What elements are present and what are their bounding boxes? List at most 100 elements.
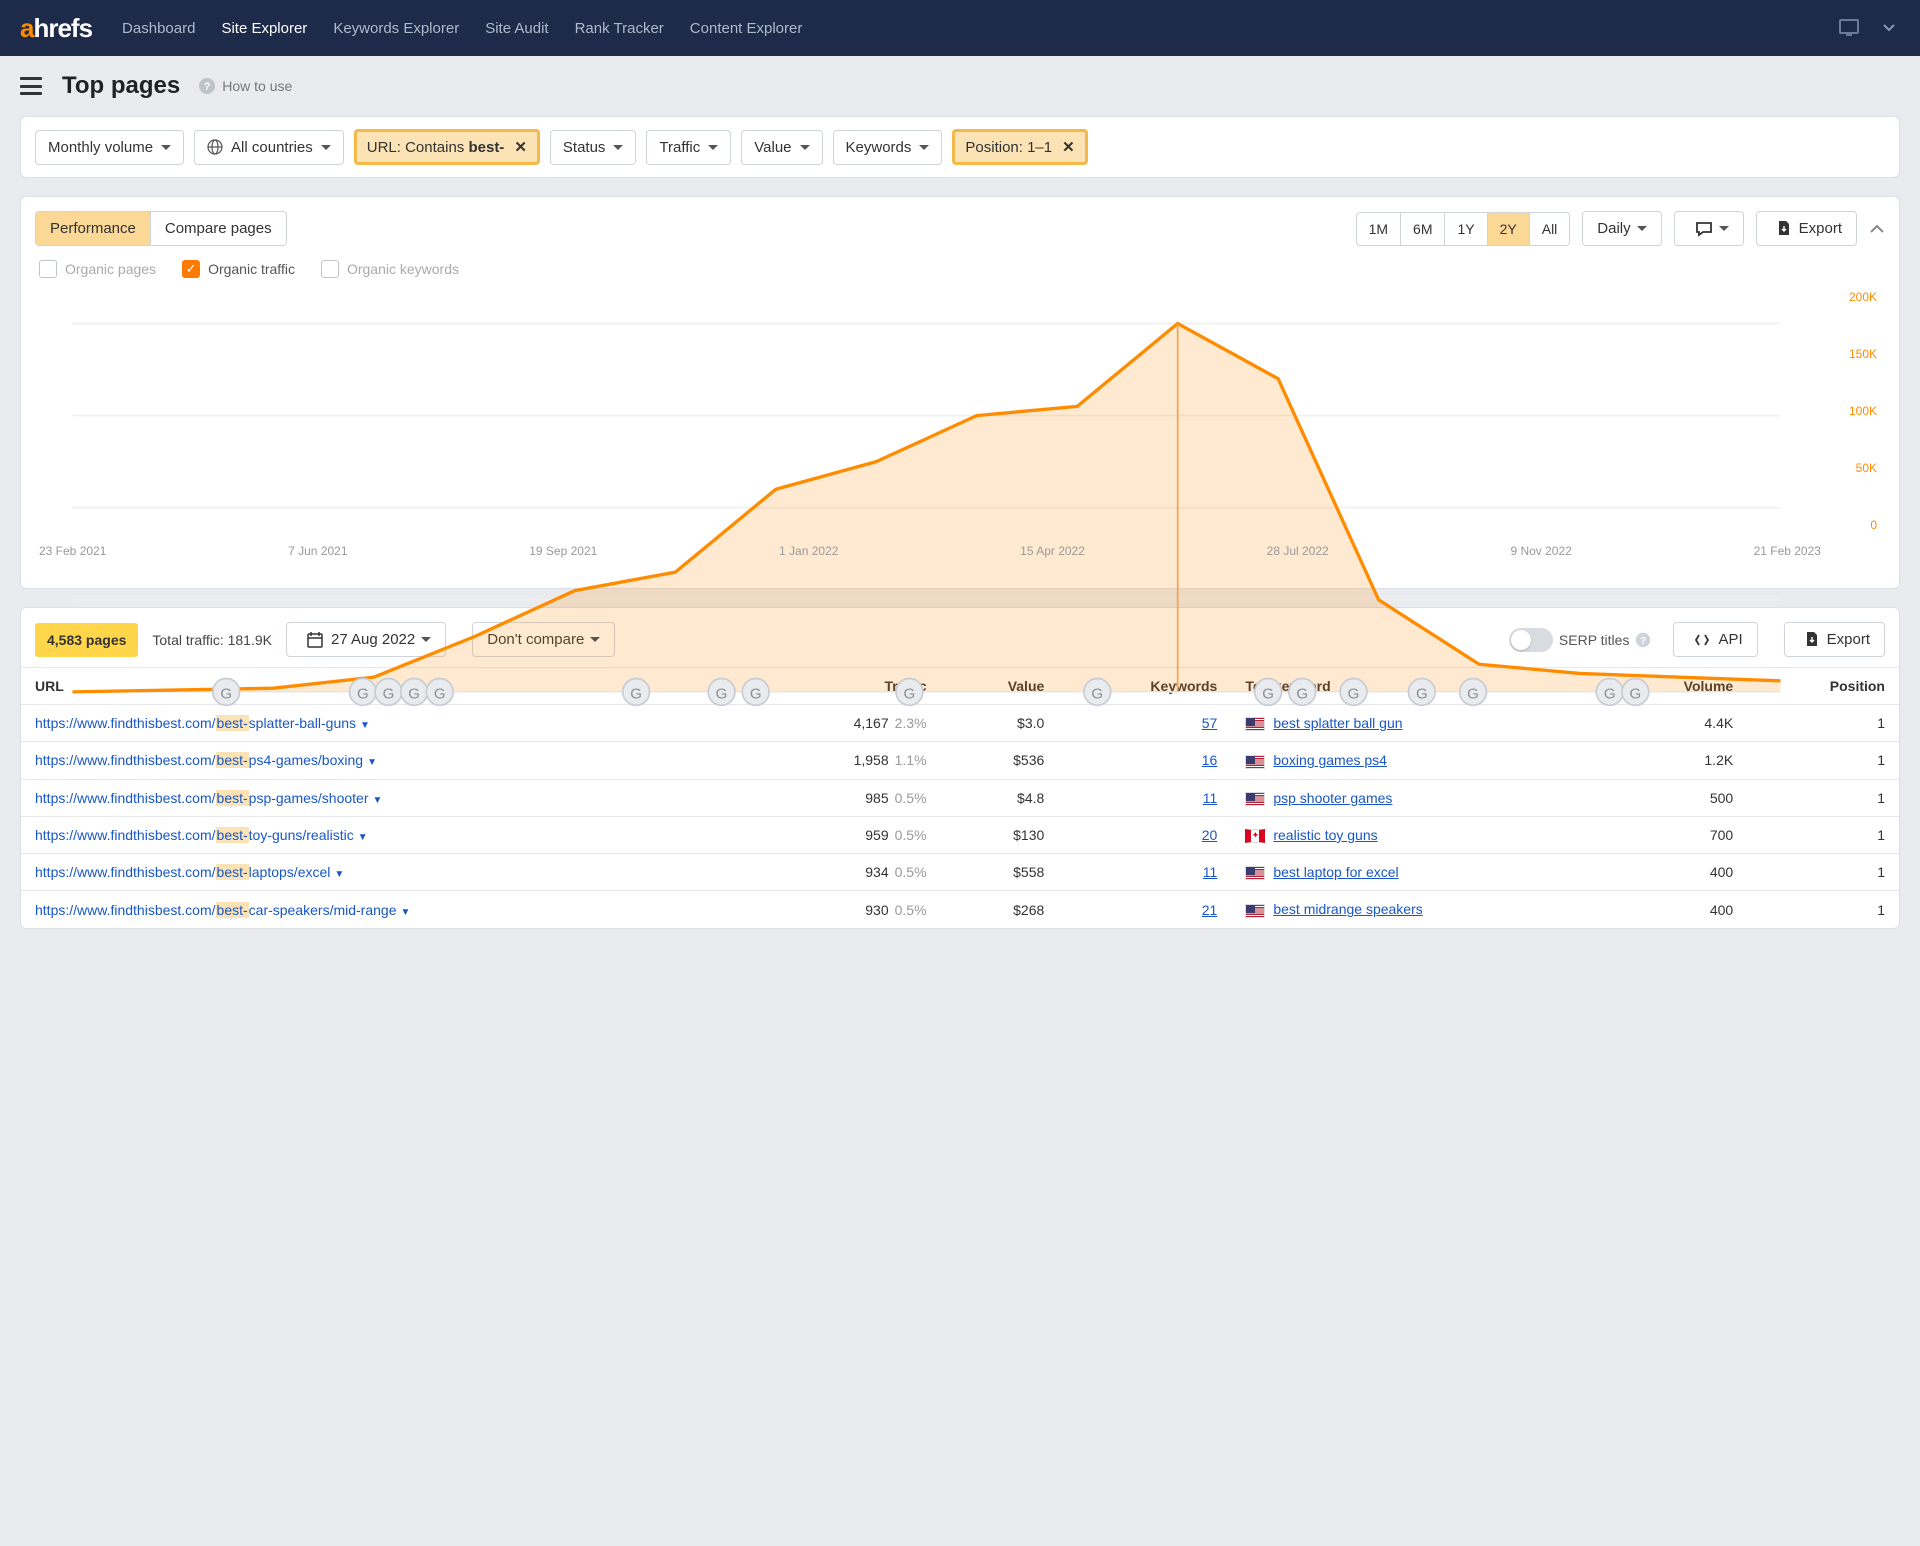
caret-icon — [1637, 220, 1647, 237]
cell-traffic: 9340.5% — [756, 854, 940, 891]
cell-value: $130 — [941, 816, 1059, 853]
url-link[interactable]: https://www.findthisbest.com/best-toy-gu… — [35, 827, 354, 843]
range-1m[interactable]: 1M — [1357, 213, 1401, 245]
x-tick: 28 Jul 2022 — [1267, 544, 1329, 570]
caret-icon[interactable]: ▼ — [401, 907, 411, 918]
range-6m[interactable]: 6M — [1401, 213, 1445, 245]
filter-value[interactable]: Value — [741, 130, 822, 165]
page-title: Top pages — [62, 72, 180, 100]
caret-icon[interactable]: ▼ — [334, 869, 344, 880]
export-chart-button[interactable]: Export — [1756, 211, 1857, 246]
logo-a: a — [20, 13, 33, 43]
flag-icon — [1245, 829, 1265, 843]
cell-url: https://www.findthisbest.com/best-ps4-ga… — [21, 742, 756, 779]
cell-volume: 700 — [1606, 816, 1747, 853]
table-row: https://www.findthisbest.com/best-ps4-ga… — [21, 742, 1899, 779]
keywords-link[interactable]: 11 — [1203, 864, 1218, 880]
caret-icon[interactable]: ▼ — [367, 757, 377, 768]
tab-compare-pages[interactable]: Compare pages — [151, 212, 286, 245]
x-tick: 1 Jan 2022 — [779, 544, 838, 570]
cell-keywords: 11 — [1058, 854, 1231, 891]
top-keyword-link[interactable]: best laptop for excel — [1273, 864, 1398, 880]
cell-traffic: 1,9581.1% — [756, 742, 940, 779]
cell-top-keyword: best laptop for excel — [1231, 854, 1606, 891]
switch-icon[interactable] — [1509, 628, 1553, 652]
filter-countries[interactable]: All countries — [194, 130, 344, 165]
y-tick: 200K — [1849, 290, 1877, 304]
keywords-link[interactable]: 11 — [1203, 790, 1218, 806]
svg-text:G: G — [1629, 686, 1641, 703]
granularity-dropdown[interactable]: Daily — [1582, 211, 1661, 246]
flag-icon — [1245, 904, 1265, 918]
top-keyword-link[interactable]: boxing games ps4 — [1273, 752, 1387, 768]
filter-status[interactable]: Status — [550, 130, 637, 165]
filter-position[interactable]: Position: 1–1✕ — [952, 129, 1087, 165]
keywords-link[interactable]: 16 — [1202, 752, 1218, 768]
svg-text:G: G — [220, 686, 232, 703]
svg-text:G: G — [383, 686, 395, 703]
close-icon[interactable]: ✕ — [1062, 138, 1075, 156]
logo[interactable]: ahrefs — [20, 13, 92, 44]
nav-site-audit[interactable]: Site Audit — [485, 20, 548, 37]
x-tick: 21 Feb 2023 — [1754, 544, 1821, 570]
how-to-use-link[interactable]: ? How to use — [198, 77, 292, 95]
top-keyword-link[interactable]: best midrange speakers — [1273, 901, 1422, 917]
legend-organic-traffic[interactable]: Organic traffic — [182, 260, 295, 278]
monitor-icon[interactable] — [1838, 17, 1860, 39]
legend-organic-pages[interactable]: Organic pages — [39, 260, 156, 278]
keywords-link[interactable]: 20 — [1202, 827, 1218, 843]
nav-keywords-explorer[interactable]: Keywords Explorer — [333, 20, 459, 37]
svg-text:?: ? — [204, 81, 211, 93]
cell-volume: 400 — [1606, 891, 1747, 928]
caret-icon[interactable]: ▼ — [358, 832, 368, 843]
cell-value: $536 — [941, 742, 1059, 779]
filter-traffic[interactable]: Traffic — [646, 130, 731, 165]
cell-keywords: 16 — [1058, 742, 1231, 779]
caret-icon[interactable]: ▼ — [373, 795, 383, 806]
collapse-icon[interactable] — [1869, 221, 1885, 237]
top-keyword-link[interactable]: psp shooter games — [1273, 790, 1392, 806]
range-2y[interactable]: 2Y — [1488, 213, 1530, 245]
x-tick: 23 Feb 2021 — [39, 544, 106, 570]
svg-text:G: G — [434, 686, 446, 703]
cell-keywords: 11 — [1058, 779, 1231, 816]
cell-position: 1 — [1747, 891, 1899, 928]
range-1y[interactable]: 1Y — [1445, 213, 1487, 245]
nav-rank-tracker[interactable]: Rank Tracker — [575, 20, 664, 37]
y-tick: 0 — [1870, 518, 1877, 532]
close-icon[interactable]: ✕ — [514, 138, 527, 156]
cell-url: https://www.findthisbest.com/best-psp-ga… — [21, 779, 756, 816]
caret-icon — [161, 139, 171, 156]
url-link[interactable]: https://www.findthisbest.com/best-psp-ga… — [35, 790, 369, 806]
nav-dashboard[interactable]: Dashboard — [122, 20, 195, 37]
nav-site-explorer[interactable]: Site Explorer — [221, 20, 307, 37]
filters-panel: Monthly volume All countries URL: Contai… — [20, 116, 1900, 178]
url-link[interactable]: https://www.findthisbest.com/best-car-sp… — [35, 902, 397, 918]
svg-text:G: G — [1348, 686, 1360, 703]
caret-icon — [613, 139, 623, 156]
hamburger-icon[interactable] — [20, 77, 42, 95]
cell-position: 1 — [1747, 742, 1899, 779]
legend-organic-keywords[interactable]: Organic keywords — [321, 260, 459, 278]
user-menu-caret[interactable] — [1878, 17, 1900, 39]
checkbox-icon — [39, 260, 57, 278]
filter-url-contains[interactable]: URL: Contains best-✕ — [354, 129, 540, 165]
svg-text:G: G — [1416, 686, 1428, 703]
logo-rest: hrefs — [33, 13, 92, 43]
url-link[interactable]: https://www.findthisbest.com/best-laptop… — [35, 864, 330, 880]
cell-url: https://www.findthisbest.com/best-car-sp… — [21, 891, 756, 928]
nav-content-explorer[interactable]: Content Explorer — [690, 20, 803, 37]
caret-icon — [708, 139, 718, 156]
chart-settings-button[interactable] — [1674, 211, 1744, 246]
svg-text:G: G — [1467, 686, 1479, 703]
svg-text:G: G — [1296, 686, 1308, 703]
flag-icon — [1245, 792, 1265, 806]
tab-performance[interactable]: Performance — [36, 212, 151, 245]
range-all[interactable]: All — [1530, 213, 1570, 245]
filter-keywords[interactable]: Keywords — [833, 130, 943, 165]
keywords-link[interactable]: 21 — [1202, 902, 1218, 918]
cell-keywords: 20 — [1058, 816, 1231, 853]
filter-monthly-volume[interactable]: Monthly volume — [35, 130, 184, 165]
top-keyword-link[interactable]: realistic toy guns — [1273, 827, 1377, 843]
url-link[interactable]: https://www.findthisbest.com/best-ps4-ga… — [35, 752, 363, 768]
